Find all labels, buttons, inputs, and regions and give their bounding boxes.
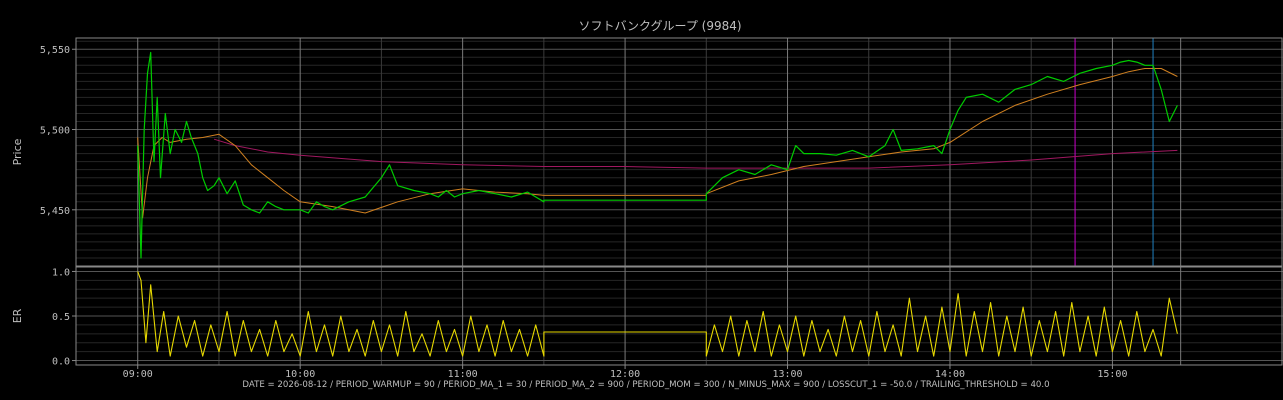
chart-footer-parameters: DATE = 2026-08-12 / PERIOD_WARMUP = 90 /… bbox=[242, 380, 1049, 390]
x-tick-label: 13:00 bbox=[772, 369, 802, 380]
x-tick-label: 14:00 bbox=[935, 369, 965, 380]
price-y-tick-label: 5,500 bbox=[40, 126, 70, 137]
er-y-tick-label: 1.0 bbox=[52, 267, 70, 278]
price-axis-label: Price bbox=[11, 138, 24, 165]
x-tick-label: 10:00 bbox=[285, 369, 315, 380]
x-tick-label: 09:00 bbox=[123, 369, 153, 380]
chart-title: ソフトバンクグループ (9984) bbox=[578, 19, 741, 33]
price-y-tick-label: 5,450 bbox=[40, 206, 70, 217]
x-tick-label: 15:00 bbox=[1097, 369, 1127, 380]
chart-svg: ソフトバンクグループ (9984) DATE = 2026-08-12 / PE… bbox=[0, 0, 1283, 400]
x-tick-label: 12:00 bbox=[610, 369, 640, 380]
er-y-tick-label: 0.0 bbox=[52, 357, 70, 368]
er-axis-label: ER bbox=[11, 308, 24, 323]
price-y-tick-label: 5,550 bbox=[40, 45, 70, 56]
x-tick-label: 11:00 bbox=[448, 369, 478, 380]
er-y-tick-label: 0.5 bbox=[52, 312, 70, 323]
